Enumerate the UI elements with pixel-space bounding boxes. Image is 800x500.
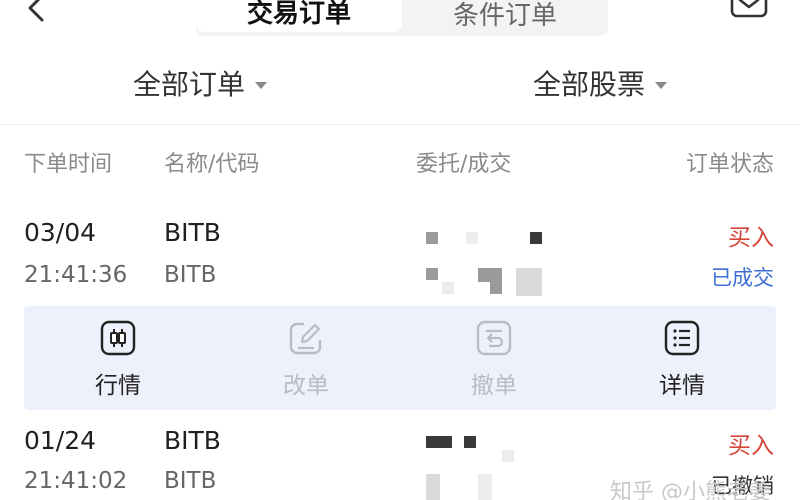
edit-pencil-icon <box>289 322 322 355</box>
all-stocks-label: 全部股票 <box>532 68 645 101</box>
order-time: 21:41:02 <box>24 468 128 494</box>
modify-order-label: 改单 <box>283 373 329 399</box>
details-label: 详情 <box>659 373 705 399</box>
stock-code: BITB <box>164 468 217 494</box>
watermark: 知乎 @小熊老姜 <box>610 480 771 500</box>
order-status-filled: 已成交 <box>711 266 774 290</box>
cancel-order-label: 撤单 <box>471 373 517 399</box>
message-icon[interactable] <box>728 0 770 20</box>
order-action-panel: 行情 改单 撤单 详情 <box>24 306 776 410</box>
caret-down-icon <box>255 81 267 89</box>
all-orders-label: 全部订单 <box>132 68 245 101</box>
details-button[interactable]: 详情 <box>588 306 776 410</box>
quote-label: 行情 <box>95 373 141 399</box>
stock-name: BITB <box>164 218 221 247</box>
all-orders-dropdown[interactable]: 全部订单 <box>0 52 400 114</box>
list-details-icon <box>664 320 700 356</box>
cancel-order-button[interactable]: 撤单 <box>400 306 588 410</box>
stock-code: BITB <box>164 262 217 288</box>
tab-condition-orders[interactable]: 条件订单 <box>402 0 608 36</box>
all-stocks-dropdown[interactable]: 全部股票 <box>400 52 800 114</box>
quote-button[interactable]: 行情 <box>24 306 212 410</box>
order-time: 21:41:36 <box>24 262 128 288</box>
modify-order-button[interactable]: 改单 <box>212 306 400 410</box>
stock-name: BITB <box>164 426 221 455</box>
order-date: 01/24 <box>24 426 97 455</box>
column-header-time: 下单时间 <box>24 152 113 177</box>
tab-trade-orders[interactable]: 交易订单 <box>196 0 402 32</box>
top-bar: 交易订单 条件订单 <box>0 0 800 40</box>
caret-down-icon <box>655 81 667 89</box>
column-header-name: 名称/代码 <box>164 152 260 177</box>
order-side-buy: 买入 <box>728 225 774 251</box>
column-header-status: 订单状态 <box>685 152 774 177</box>
back-arrow-icon[interactable] <box>22 0 52 24</box>
candlestick-chart-icon <box>100 320 136 356</box>
undo-document-icon <box>476 320 512 356</box>
filter-bar: 全部订单 全部股票 <box>0 52 800 114</box>
divider <box>0 124 800 125</box>
order-side-buy: 买入 <box>728 433 774 459</box>
order-type-tabs: 交易订单 条件订单 <box>196 0 608 36</box>
order-date: 03/04 <box>24 218 97 247</box>
column-header-order-fill: 委托/成交 <box>416 152 512 177</box>
